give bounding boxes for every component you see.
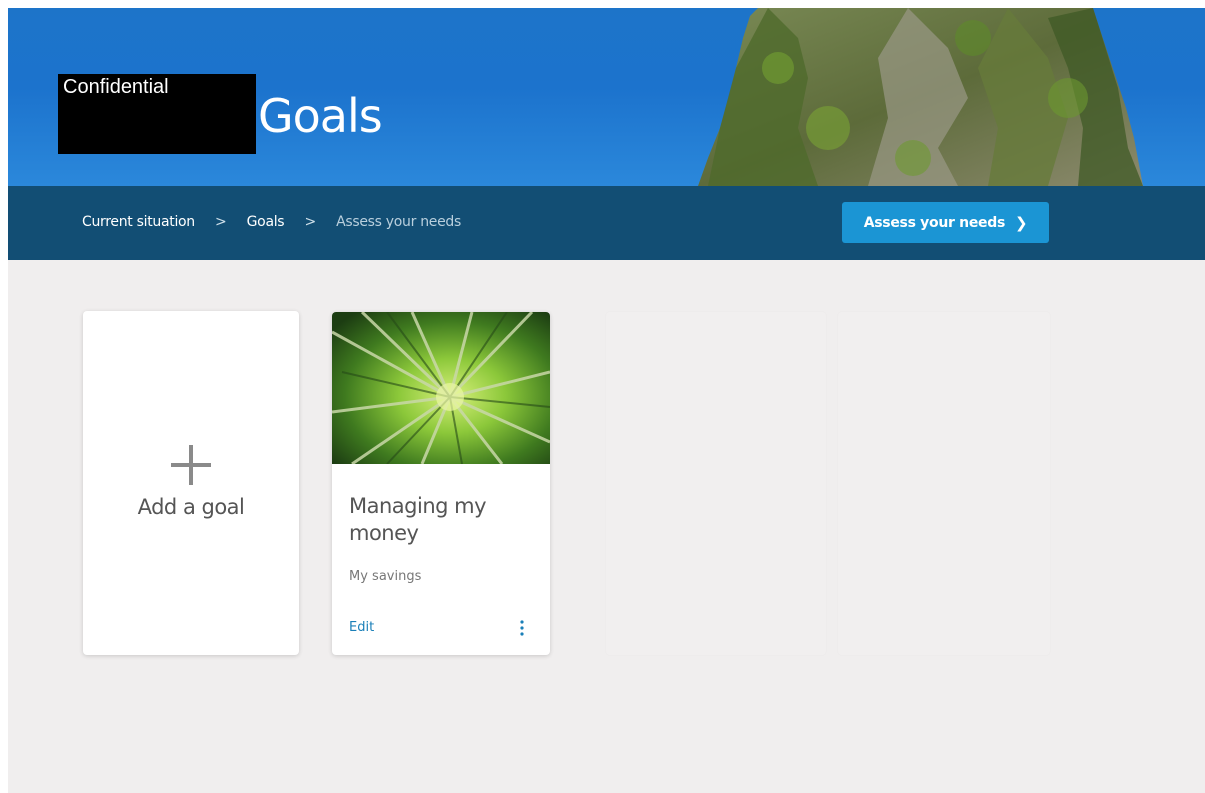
breadcrumb-goals[interactable]: Goals	[247, 214, 285, 230]
breadcrumb-separator-icon: >	[304, 214, 316, 230]
bamboo-forest-photo	[332, 312, 550, 464]
empty-card-placeholder	[606, 312, 826, 655]
edit-goal-link[interactable]: Edit	[349, 620, 374, 635]
empty-card-placeholder	[838, 312, 1050, 655]
goal-title: Managing my money	[349, 494, 487, 545]
plus-icon	[171, 445, 211, 485]
more-vertical-icon[interactable]	[517, 619, 527, 637]
brand-logo-redacted: Confidential	[58, 74, 256, 154]
page-title: Goals	[258, 89, 383, 143]
assess-button-label: Assess your needs	[863, 214, 1006, 231]
page-header: Confidential Goals	[8, 8, 1205, 186]
add-goal-label: Add a goal	[137, 495, 245, 519]
goal-card-managing-my-money[interactable]: Managing my money My savings Edit	[332, 312, 550, 655]
brand-text: Confidential	[63, 76, 169, 98]
app-frame: Confidential Goals Current situation > G…	[8, 8, 1205, 793]
assess-your-needs-button[interactable]: Assess your needs ❯	[842, 202, 1049, 243]
progress-nav-bar: Current situation > Goals > Assess your …	[8, 186, 1205, 260]
chevron-right-icon: ❯	[1014, 213, 1028, 232]
breadcrumb-assess-your-needs: Assess your needs	[336, 214, 461, 230]
breadcrumb-separator-icon: >	[215, 214, 227, 230]
breadcrumb-current-situation[interactable]: Current situation	[82, 214, 195, 230]
add-goal-card[interactable]: Add a goal	[83, 311, 299, 655]
goal-subtitle: My savings	[349, 569, 422, 584]
breadcrumb: Current situation > Goals > Assess your …	[82, 214, 461, 230]
